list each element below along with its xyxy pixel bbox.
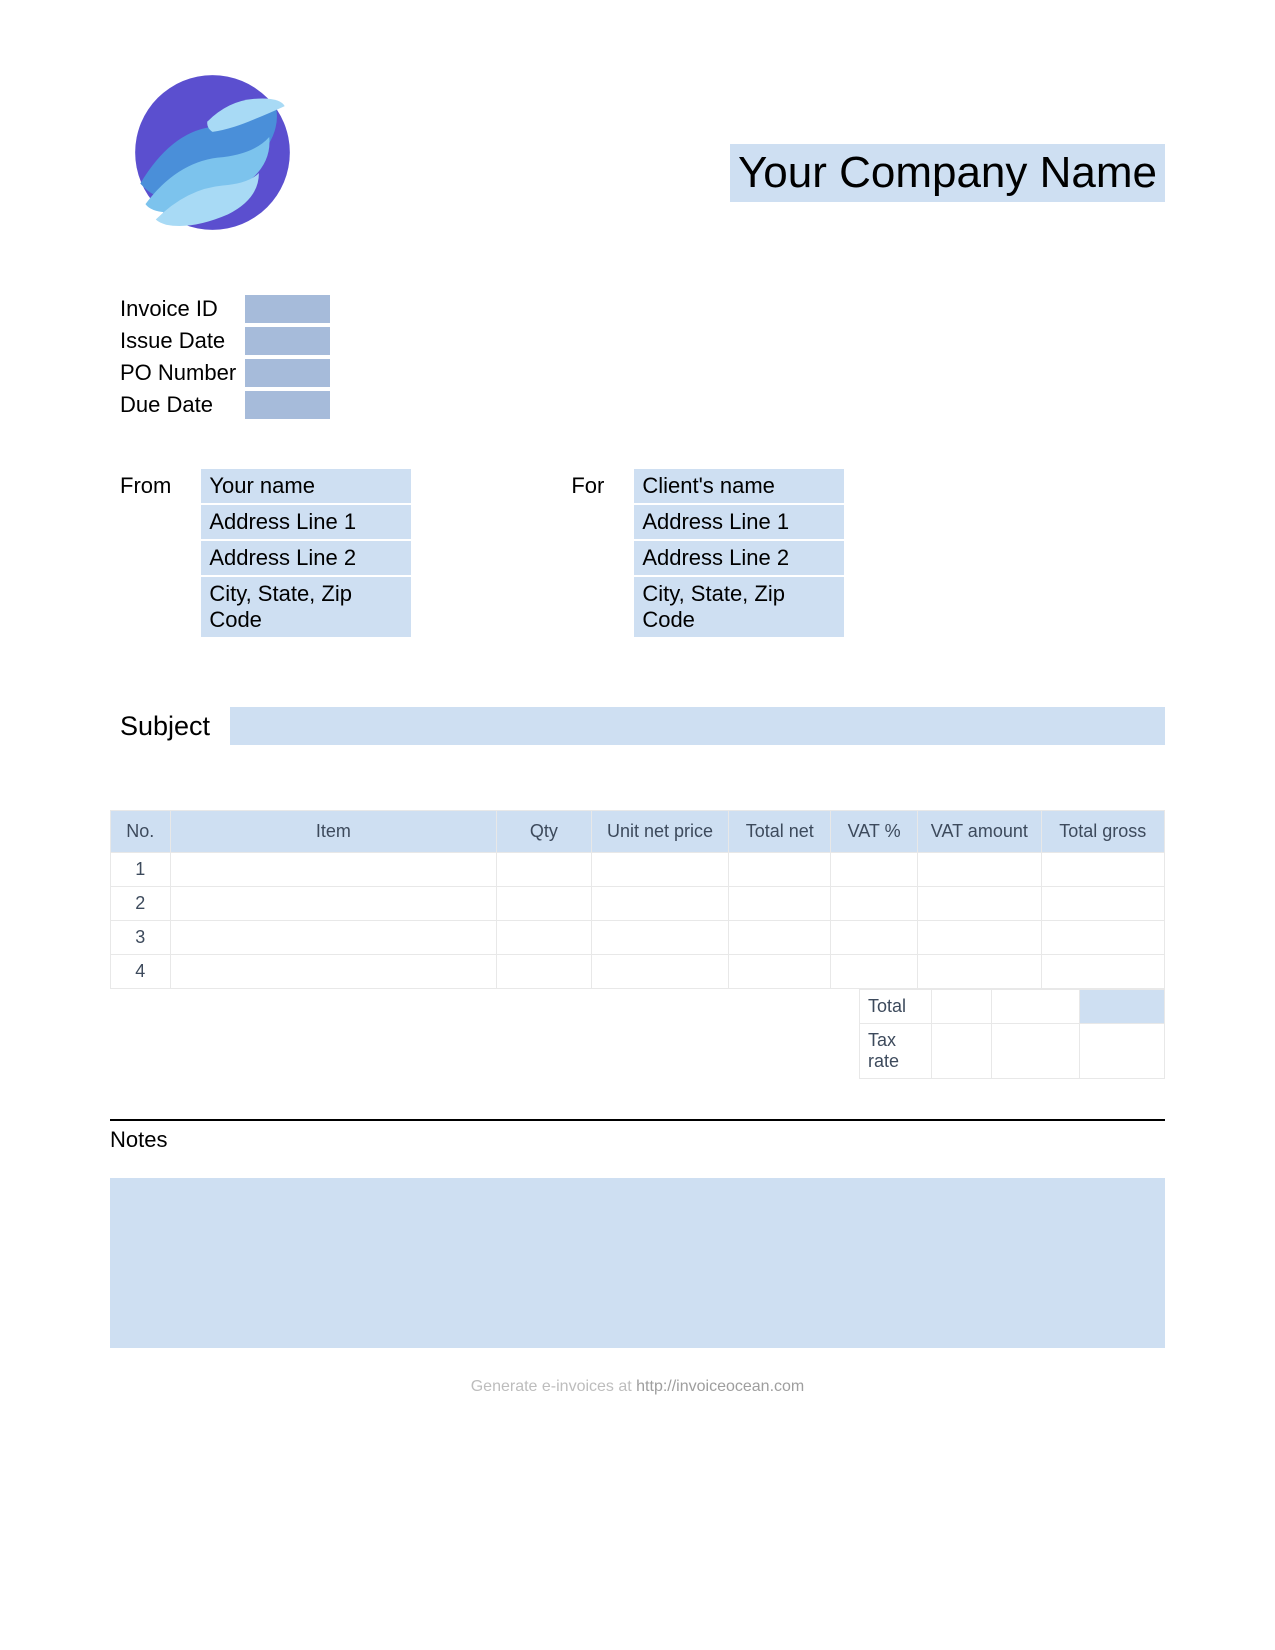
- cell-no: 2: [111, 887, 171, 921]
- cell-gross[interactable]: [1041, 853, 1164, 887]
- cell-vatp[interactable]: [831, 955, 918, 989]
- cell-item[interactable]: [170, 853, 497, 887]
- cell-unit[interactable]: [591, 887, 729, 921]
- cell-vatamt[interactable]: [918, 853, 1041, 887]
- subject-label: Subject: [120, 711, 210, 742]
- total-vatamt[interactable]: [992, 990, 1080, 1024]
- cell-totalnet[interactable]: [729, 955, 831, 989]
- from-block: From Your name Address Line 1 Address Li…: [120, 469, 411, 637]
- taxrate-vatamt[interactable]: [992, 1024, 1080, 1079]
- cell-no: 4: [111, 955, 171, 989]
- cell-vatp[interactable]: [831, 887, 918, 921]
- footer-text: Generate e-invoices at: [471, 1378, 636, 1395]
- notes-divider: [110, 1119, 1165, 1121]
- invoice-meta: Invoice ID Issue Date PO Number Due Date: [120, 295, 1165, 419]
- company-name[interactable]: Your Company Name: [730, 144, 1165, 202]
- po-number-label: PO Number: [120, 360, 245, 386]
- company-logo: [130, 70, 295, 235]
- th-gross: Total gross: [1041, 811, 1164, 853]
- cell-gross[interactable]: [1041, 955, 1164, 989]
- notes-section: Notes: [110, 1119, 1165, 1348]
- cell-qty[interactable]: [497, 955, 591, 989]
- cell-vatp[interactable]: [831, 921, 918, 955]
- total-gross[interactable]: [1080, 990, 1165, 1024]
- th-no: No.: [111, 811, 171, 853]
- from-name[interactable]: Your name: [201, 469, 411, 503]
- invoice-id-field[interactable]: [245, 295, 330, 323]
- from-address2[interactable]: Address Line 2: [201, 541, 411, 575]
- cell-gross[interactable]: [1041, 887, 1164, 921]
- issue-date-field[interactable]: [245, 327, 330, 355]
- th-totalnet: Total net: [729, 811, 831, 853]
- cell-vatamt[interactable]: [918, 921, 1041, 955]
- cell-item[interactable]: [170, 887, 497, 921]
- for-city[interactable]: City, State, Zip Code: [634, 577, 844, 637]
- cell-totalnet[interactable]: [729, 853, 831, 887]
- header-row: Your Company Name: [110, 70, 1165, 235]
- from-address1[interactable]: Address Line 1: [201, 505, 411, 539]
- cell-item[interactable]: [170, 955, 497, 989]
- cell-vatamt[interactable]: [918, 887, 1041, 921]
- th-unit: Unit net price: [591, 811, 729, 853]
- cell-unit[interactable]: [591, 921, 729, 955]
- po-number-field[interactable]: [245, 359, 330, 387]
- for-block: For Client's name Address Line 1 Address…: [571, 469, 844, 637]
- th-item: Item: [170, 811, 497, 853]
- for-label: For: [571, 469, 604, 637]
- for-name[interactable]: Client's name: [634, 469, 844, 503]
- cell-qty[interactable]: [497, 921, 591, 955]
- for-address1[interactable]: Address Line 1: [634, 505, 844, 539]
- taxrate-gross[interactable]: [1080, 1024, 1165, 1079]
- cell-unit[interactable]: [591, 853, 729, 887]
- for-address2[interactable]: Address Line 2: [634, 541, 844, 575]
- taxrate-label: Tax rate: [860, 1024, 932, 1079]
- total-vatp[interactable]: [932, 990, 992, 1024]
- cell-vatamt[interactable]: [918, 955, 1041, 989]
- footer-link[interactable]: http://invoiceocean.com: [636, 1378, 804, 1395]
- addresses: From Your name Address Line 1 Address Li…: [120, 469, 1165, 637]
- items-table: No. Item Qty Unit net price Total net VA…: [110, 810, 1165, 989]
- notes-label: Notes: [110, 1127, 1165, 1153]
- cell-item[interactable]: [170, 921, 497, 955]
- invoice-id-label: Invoice ID: [120, 296, 245, 322]
- from-label: From: [120, 469, 171, 637]
- notes-box[interactable]: [110, 1178, 1165, 1348]
- total-label: Total: [860, 990, 932, 1024]
- footer: Generate e-invoices at http://invoiceoce…: [110, 1378, 1165, 1396]
- due-date-field[interactable]: [245, 391, 330, 419]
- subject-field[interactable]: [230, 707, 1165, 745]
- cell-gross[interactable]: [1041, 921, 1164, 955]
- cell-no: 3: [111, 921, 171, 955]
- th-vatamt: VAT amount: [918, 811, 1041, 853]
- cell-vatp[interactable]: [831, 853, 918, 887]
- th-vatp: VAT %: [831, 811, 918, 853]
- due-date-label: Due Date: [120, 392, 245, 418]
- taxrate-vatp[interactable]: [932, 1024, 992, 1079]
- cell-no: 1: [111, 853, 171, 887]
- table-row: 4: [111, 955, 1165, 989]
- cell-totalnet[interactable]: [729, 887, 831, 921]
- cell-totalnet[interactable]: [729, 921, 831, 955]
- th-qty: Qty: [497, 811, 591, 853]
- table-row: 2: [111, 887, 1165, 921]
- from-city[interactable]: City, State, Zip Code: [201, 577, 411, 637]
- cell-qty[interactable]: [497, 853, 591, 887]
- cell-unit[interactable]: [591, 955, 729, 989]
- totals-table: Total Tax rate: [859, 989, 1165, 1079]
- issue-date-label: Issue Date: [120, 328, 245, 354]
- subject-row: Subject: [120, 707, 1165, 745]
- table-row: 1: [111, 853, 1165, 887]
- cell-qty[interactable]: [497, 887, 591, 921]
- table-row: 3: [111, 921, 1165, 955]
